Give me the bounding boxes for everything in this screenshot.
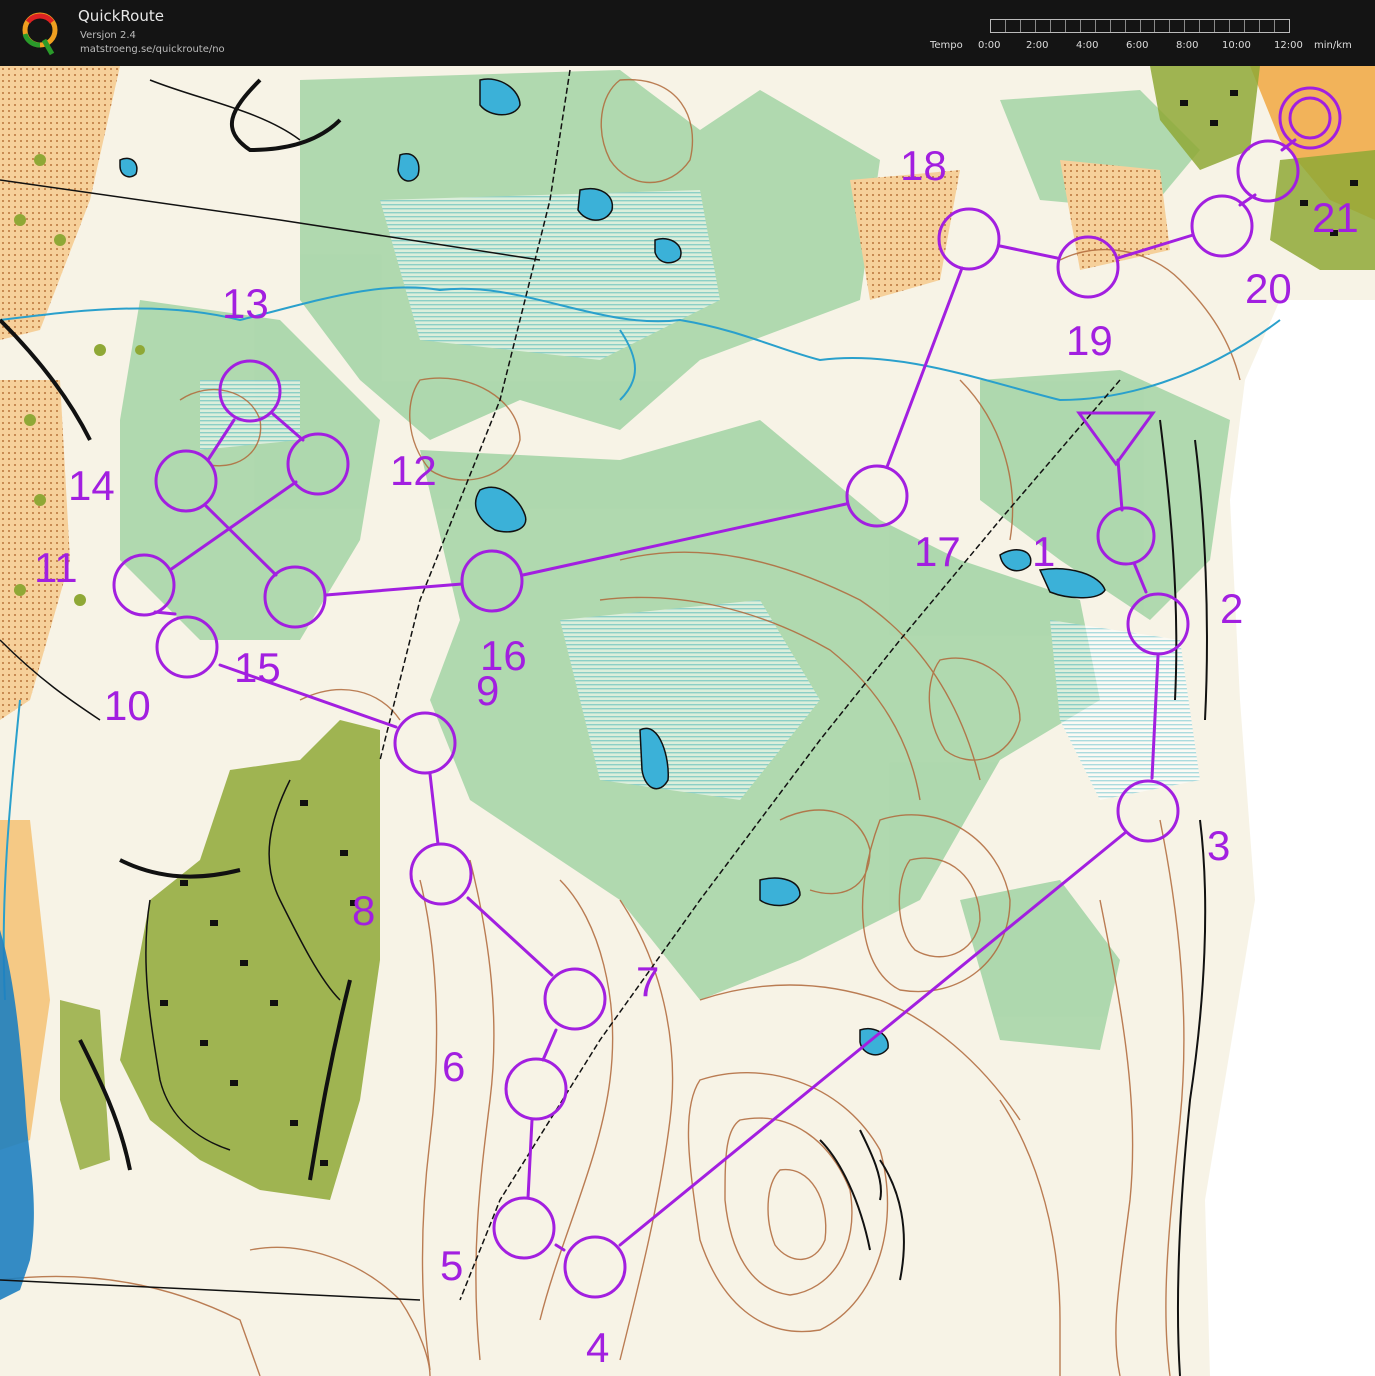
control-number-14: 14 xyxy=(68,462,115,509)
tempo-label: Tempo xyxy=(930,40,963,51)
quickroute-logo-icon xyxy=(22,12,58,56)
control-number-8: 8 xyxy=(352,887,375,934)
control-number-2: 2 xyxy=(1220,585,1243,632)
control-number-19: 19 xyxy=(1066,317,1113,364)
control-number-16: 16 xyxy=(480,632,527,679)
control-number-11: 11 xyxy=(34,544,78,591)
tempo-scale-bar xyxy=(990,19,1290,33)
app-version: Versjon 2.4 xyxy=(80,30,136,41)
control-number-6: 6 xyxy=(442,1043,465,1090)
control-number-10: 10 xyxy=(104,682,151,729)
control-number-17: 17 xyxy=(914,528,961,575)
tempo-unit: min/km xyxy=(1314,40,1352,51)
control-number-3: 3 xyxy=(1207,822,1230,869)
control-number-13: 13 xyxy=(222,280,269,327)
tempo-tick: 6:00 xyxy=(1126,40,1149,51)
control-number-7: 7 xyxy=(636,958,659,1005)
tempo-tick: 10:00 xyxy=(1222,40,1251,51)
tempo-tick: 4:00 xyxy=(1076,40,1099,51)
app-url: matstroeng.se/quickroute/no xyxy=(80,44,225,55)
orienteering-map[interactable]: 1 2 3 4 5 6 7 8 9 10 11 12 13 14 15 16 1… xyxy=(0,66,1375,1376)
control-number-4: 4 xyxy=(586,1324,609,1371)
control-number-18: 18 xyxy=(900,142,947,189)
tempo-tick: 0:00 xyxy=(978,40,1001,51)
control-number-15: 15 xyxy=(234,644,281,691)
app-title: QuickRoute xyxy=(78,7,164,25)
app-header: QuickRoute Versjon 2.4 matstroeng.se/qui… xyxy=(0,0,1375,66)
control-number-1: 1 xyxy=(1032,528,1055,575)
tempo-tick: 12:00 xyxy=(1274,40,1303,51)
control-number-12: 12 xyxy=(390,447,437,494)
tempo-scale-labels: Tempo 0:00 2:00 4:00 6:00 8:00 10:00 12:… xyxy=(930,40,1370,54)
control-number-5: 5 xyxy=(440,1242,463,1289)
tempo-tick: 2:00 xyxy=(1026,40,1049,51)
control-number-21: 21 xyxy=(1312,194,1359,241)
tempo-tick: 8:00 xyxy=(1176,40,1199,51)
control-number-20: 20 xyxy=(1245,265,1292,312)
